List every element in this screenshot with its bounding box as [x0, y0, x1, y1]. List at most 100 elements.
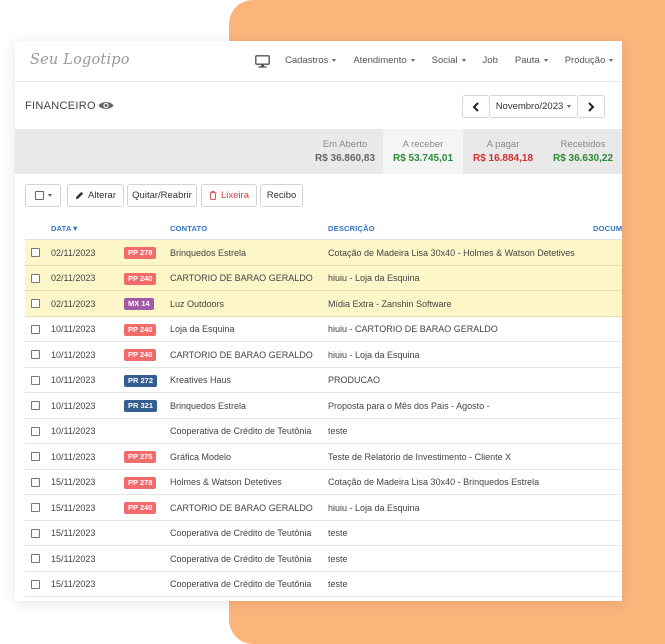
page-header: FINANCEIRO Novembro/2023 [15, 82, 622, 129]
table-row[interactable]: 02/11/2023 MX 14 Luz Outdoors Mídia Extra -… [25, 291, 622, 317]
document-tag[interactable]: PP 275 [124, 451, 157, 463]
row-date: 15/11/2023 [51, 579, 96, 589]
caret-down-icon [543, 59, 548, 62]
table-row[interactable]: 15/11/2023 Cooperativa de Crédito de Teut… [25, 521, 622, 546]
quitar-reabrir-button[interactable]: Quitar/Reabrir [127, 184, 197, 207]
table-row[interactable]: 10/11/2023 PP 275 Gráfica Modelo Teste de R… [25, 444, 622, 470]
summary-value: R$ 16.884,18 [472, 153, 534, 164]
table-row[interactable]: 10/11/2023 PP 240 CARTORIO DE BARAO GERALD… [25, 342, 622, 368]
row-checkbox[interactable] [31, 299, 40, 308]
table-row[interactable]: 10/11/2023 PR 321 Brinquedos Estrela Propos… [25, 393, 622, 419]
table-row[interactable]: 15/11/2023 Cooperativa de Crédito de Teut… [25, 572, 622, 597]
next-month-button[interactable] [577, 95, 605, 118]
row-date: 10/11/2023 [51, 324, 96, 334]
summary-value: R$ 53.745,01 [392, 153, 454, 164]
row-checkbox[interactable] [31, 273, 40, 283]
alterar-button[interactable]: Alterar [67, 184, 124, 207]
row-date: 15/11/2023 [51, 502, 96, 513]
table-row[interactable]: 02/11/2023 PP 240 CARTORIO DE BARAO GERALD… [25, 265, 622, 291]
summary-a-receber[interactable]: A receber R$ 53.745,01 [383, 129, 463, 174]
row-checkbox[interactable] [31, 248, 40, 257]
month-select[interactable]: Novembro/2023 [490, 95, 577, 118]
nav-item[interactable]: Social [432, 55, 466, 66]
table-row[interactable]: 15/11/2023 Cooperativa de Crédito de Teut… [25, 546, 622, 572]
row-contact: CARTORIO DE BARAO GERALDO [170, 349, 313, 360]
row-description: Mídia Extra - Zanshin Software [328, 298, 452, 309]
caret-down-icon [47, 194, 52, 197]
nav-item[interactable]: Cadastros [285, 55, 337, 66]
document-tag[interactable]: PP 240 [124, 502, 157, 514]
previous-month-button[interactable] [462, 95, 490, 118]
table-row[interactable]: 15/11/2023 PP 278 Holmes & Watson Detetive… [25, 470, 622, 495]
top-navbar: Seu Logotipo Cadastros Atendimento Social J… [15, 41, 622, 82]
row-date: 10/11/2023 [51, 375, 96, 385]
eye-icon[interactable] [98, 100, 114, 111]
table-row[interactable]: 10/11/2023 PR 272 Kreatives Haus PRODUCAO [25, 368, 622, 393]
document-tag[interactable]: PR 272 [124, 374, 158, 387]
row-checkbox[interactable] [31, 401, 40, 410]
table-header: DATA▼ CONTATO DESCRIÇÃO DOCUMENTO [25, 217, 622, 240]
row-description: Teste de Relatório de Investimento - Cli… [328, 451, 512, 462]
row-checkbox[interactable] [31, 426, 40, 436]
logo[interactable]: Seu Logotipo [30, 52, 130, 68]
document-tag[interactable]: MX 14 [124, 298, 154, 310]
row-checkbox[interactable] [31, 528, 40, 538]
summary-a-pagar[interactable]: A pagar R$ 16.884,18 [463, 129, 543, 174]
row-contact: Luz Outdoors [170, 298, 225, 309]
column-header-descricao[interactable]: DESCRIÇÃO [328, 224, 375, 233]
caret-down-icon [410, 59, 415, 62]
nav-item[interactable]: Pauta [515, 55, 548, 66]
pencil-icon [75, 191, 84, 200]
row-checkbox[interactable] [31, 452, 40, 461]
table-row[interactable]: 02/11/2023 PP 278 Brinquedos Estrela Cotaçã… [25, 240, 622, 266]
document-tag[interactable]: PR 321 [124, 400, 158, 412]
quitar-reabrir-label: Quitar/Reabrir [132, 190, 192, 201]
document-tag[interactable]: PP 240 [124, 272, 157, 285]
row-checkbox[interactable] [31, 554, 40, 563]
row-contact: Kreatives Haus [170, 375, 232, 385]
column-header-contato[interactable]: CONTATO [170, 224, 207, 233]
row-checkbox[interactable] [31, 477, 40, 487]
row-checkbox[interactable] [31, 375, 40, 385]
trash-icon [209, 191, 217, 200]
row-description: Cotação de Madeira Lisa 30x40 - Holmes &… [328, 247, 575, 258]
nav-item[interactable]: Produção [565, 55, 614, 66]
column-header-documento[interactable]: DOCUMENTO [593, 224, 622, 233]
caret-down-icon [567, 105, 572, 108]
document-tag[interactable]: PP 240 [124, 323, 157, 336]
row-contact: Brinquedos Estrela [170, 247, 247, 258]
row-checkbox[interactable] [31, 324, 40, 334]
table-row[interactable]: 10/11/2023 PP 240 Loja da Esquina hiuiu - C… [25, 317, 622, 342]
select-all-dropdown[interactable] [25, 184, 61, 207]
nav-item-label: Produção [564, 55, 606, 66]
app-window: Seu Logotipo Cadastros Atendimento Social J… [15, 41, 622, 601]
table-row[interactable]: 10/11/2023 Cooperativa de Crédito de Teut… [25, 419, 622, 444]
caret-down-icon [332, 59, 337, 62]
chevron-right-icon [588, 101, 595, 112]
column-header-data[interactable]: DATA▼ [51, 224, 79, 233]
row-checkbox[interactable] [31, 579, 40, 589]
summary-label: Recebidos [560, 139, 606, 150]
row-checkbox[interactable] [31, 503, 40, 512]
row-date: 10/11/2023 [51, 426, 96, 436]
document-tag[interactable]: PP 278 [124, 476, 157, 489]
select-all-checkbox[interactable] [34, 191, 44, 200]
row-contact: Brinquedos Estrela [170, 400, 247, 411]
nav-item[interactable]: Atendimento [353, 55, 415, 66]
lixeira-button[interactable]: Lixeira [201, 184, 257, 207]
nav-item-label: Job [482, 55, 498, 66]
nav-item[interactable]: Job [483, 55, 498, 66]
summary-em-aberto[interactable]: Em Aberto R$ 36.860,83 [305, 129, 385, 174]
row-date: 15/11/2023 [51, 553, 96, 564]
transactions-table: DATA▼ CONTATO DESCRIÇÃO DOCUMENTO 02/11/… [25, 217, 622, 597]
summary-strip: Em Aberto R$ 36.860,83 A receber R$ 53.7… [15, 129, 622, 174]
document-tag[interactable]: PP 240 [124, 349, 157, 361]
summary-label: A pagar [486, 139, 520, 150]
table-row[interactable]: 15/11/2023 PP 240 CARTORIO DE BARAO GERALD… [25, 495, 622, 521]
document-tag[interactable]: PP 278 [124, 247, 157, 259]
recibo-label: Recibo [266, 190, 297, 201]
summary-recebidos[interactable]: Recebidos R$ 36.630,22 [543, 129, 622, 174]
recibo-button[interactable]: Recibo [260, 184, 303, 207]
row-checkbox[interactable] [31, 350, 40, 359]
monitor-icon[interactable] [255, 55, 270, 68]
